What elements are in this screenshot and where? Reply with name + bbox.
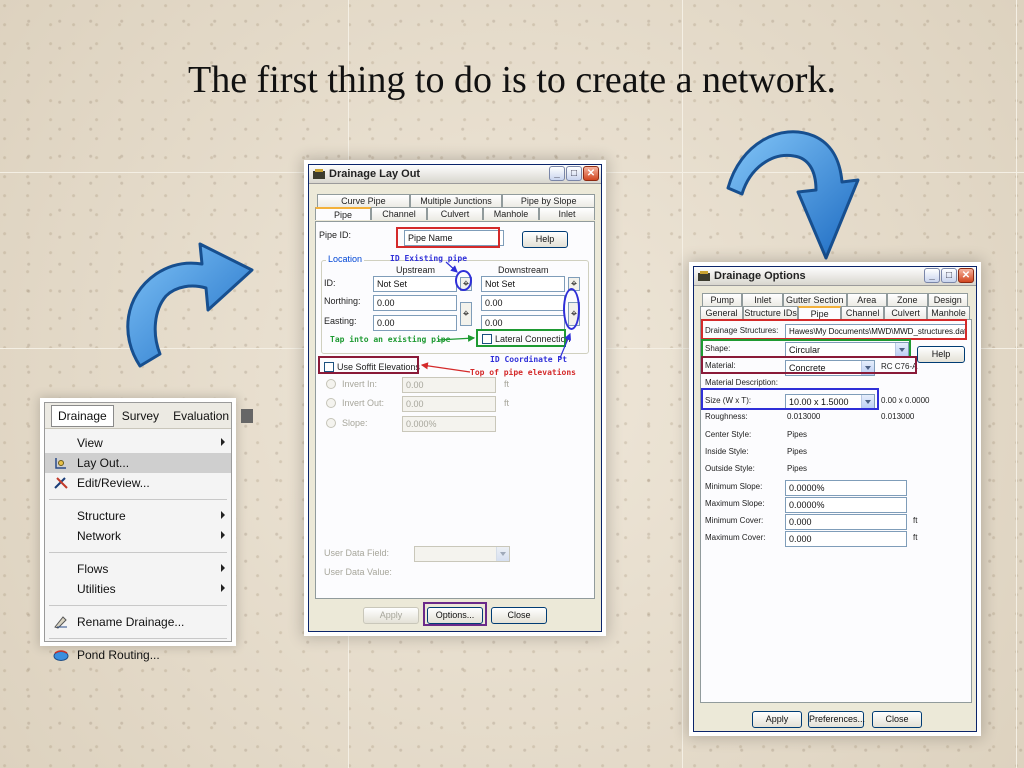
tab-structure-ids[interactable]: Structure IDs <box>742 306 799 319</box>
dialog-titlebar[interactable]: Drainage Options _ □ ✕ <box>694 267 976 286</box>
arrow-id-existing <box>445 261 458 273</box>
size-extra: 0.00 x 0.0000 <box>881 396 930 405</box>
max-cover-label: Maximum Cover: <box>705 533 766 542</box>
tab-row-bottom: General Structure IDs Pipe Channel Culve… <box>694 306 976 319</box>
arrow-top-of-pipe <box>420 362 471 373</box>
pipe-options-panel: Drainage Structures: Hawes\My Documents\… <box>700 319 972 703</box>
arrow-id-coordinate <box>559 332 572 359</box>
outside-style-label: Outside Style: <box>705 464 755 473</box>
unit-ft: ft <box>913 516 918 525</box>
inside-style-label: Inside Style: <box>705 447 749 456</box>
unit-ft: ft <box>913 533 918 542</box>
tab-manhole[interactable]: Manhole <box>927 306 970 319</box>
material-select[interactable]: Concrete <box>785 360 875 376</box>
close-button[interactable]: Close <box>872 711 922 728</box>
roughness-value-2: 0.013000 <box>881 412 915 421</box>
preferences-button[interactable]: Preferences... <box>808 711 865 728</box>
roughness-label: Roughness: <box>705 412 748 421</box>
dropdown-arrow-icon <box>895 343 908 357</box>
min-slope-label: Minimum Slope: <box>705 482 763 491</box>
drainage-options-dialog: Drainage Options _ □ ✕ Pump Inlet Gutter… <box>693 266 977 732</box>
arrow-tap-existing <box>437 334 476 342</box>
shape-value: Circular <box>789 345 821 355</box>
shape-label: Shape: <box>705 344 731 353</box>
tab-pump[interactable]: Pump <box>702 293 743 306</box>
drainage-structures-field[interactable]: Hawes\My Documents\MWD\MWD_structures.da… <box>785 324 967 340</box>
tab-gutter-section[interactable]: Gutter Section <box>782 293 847 306</box>
dropdown-arrow-icon <box>861 395 874 409</box>
material-description-label: Material Description: <box>705 378 778 387</box>
roughness-value: 0.013000 <box>787 412 821 421</box>
tab-design[interactable]: Design <box>927 293 968 306</box>
minimize-icon[interactable]: _ <box>924 268 940 283</box>
tab-pipe[interactable]: Pipe <box>798 306 842 319</box>
tab-area[interactable]: Area <box>846 293 888 306</box>
tab-channel[interactable]: Channel <box>841 306 885 319</box>
max-slope-label: Maximum Slope: <box>705 499 765 508</box>
help-button[interactable]: Help <box>917 346 965 363</box>
apply-button[interactable]: Apply <box>752 711 802 728</box>
tab-inlet[interactable]: Inlet <box>742 293 783 306</box>
max-cover-field[interactable]: 0.000 <box>785 531 907 547</box>
tab-culvert[interactable]: Culvert <box>884 306 928 319</box>
dropdown-arrow-icon <box>861 361 874 375</box>
outside-style-value: Pipes <box>787 464 808 473</box>
tab-row-top: Pump Inlet Gutter Section Area Zone Desi… <box>694 293 976 306</box>
min-cover-field[interactable]: 0.000 <box>785 514 907 530</box>
material-code: RC C76-A <box>881 362 918 371</box>
dialog-title: Drainage Options <box>714 270 806 282</box>
size-select[interactable]: 10.00 x 1.5000 <box>785 394 875 410</box>
inside-style-value: Pipes <box>787 447 808 456</box>
center-style-value: Pipes <box>787 430 808 439</box>
max-slope-field[interactable]: 0.0000% <box>785 497 907 513</box>
close-icon[interactable]: ✕ <box>958 268 974 283</box>
maximize-icon[interactable]: □ <box>941 268 957 283</box>
shape-select[interactable]: Circular <box>785 342 909 358</box>
material-value: Concrete <box>789 363 826 373</box>
app-icon <box>698 271 710 281</box>
center-style-label: Center Style: <box>705 430 752 439</box>
tab-general[interactable]: General <box>700 306 743 319</box>
min-cover-label: Minimum Cover: <box>705 516 764 525</box>
material-label: Material: <box>705 361 736 370</box>
size-value: 10.00 x 1.5000 <box>789 397 849 407</box>
min-slope-field[interactable]: 0.0000% <box>785 480 907 496</box>
tab-zone[interactable]: Zone <box>887 293 928 306</box>
drainage-structures-label: Drainage Structures: <box>705 326 779 335</box>
size-label: Size (W x T): <box>705 396 752 405</box>
